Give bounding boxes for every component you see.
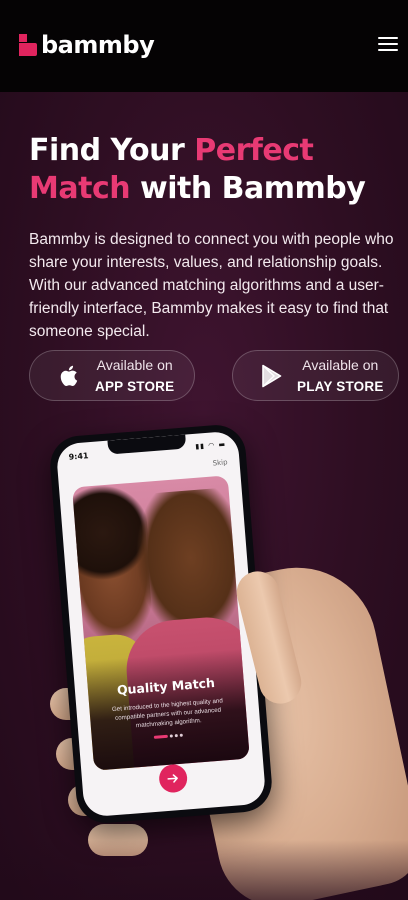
brand-logo[interactable]: bammby (19, 31, 155, 59)
play-store-icon (260, 364, 284, 388)
app-store-label: APP STORE (95, 378, 175, 394)
phone-notch (107, 434, 187, 455)
next-button (158, 763, 189, 794)
phone-frame: 9:41 ▮▮ ◠ ▬ Skip Quality Match Get intro… (48, 422, 274, 826)
apple-icon (58, 364, 82, 388)
headline-part2: with Bammby (130, 171, 366, 206)
bottom-fade (0, 840, 408, 900)
headline-highlight-match: Match (29, 171, 131, 206)
skip-link: Skip (212, 458, 228, 468)
hero-headline: Find Your Perfect Match with Bammby (29, 132, 389, 208)
couple-photo-card: Quality Match Get introduced to the high… (72, 475, 250, 771)
app-store-text: Available on APP STORE (95, 356, 174, 396)
play-store-button[interactable]: Available on PLAY STORE (232, 350, 399, 401)
top-navbar: bammby (0, 0, 408, 92)
arrow-right-icon (167, 774, 178, 783)
headline-highlight-perfect: Perfect (194, 133, 314, 168)
headline-part1: Find Your (29, 133, 195, 168)
signal-wifi-battery-icon: ▮▮ ◠ ▬ (194, 440, 227, 451)
app-store-button[interactable]: Available on APP STORE (29, 350, 195, 401)
play-store-label: PLAY STORE (297, 378, 384, 394)
play-store-available-label: Available on (302, 356, 379, 373)
brand-name: bammby (41, 31, 155, 59)
phone-mockup-image: 9:41 ▮▮ ◠ ▬ Skip Quality Match Get intro… (0, 420, 408, 900)
hero-description: Bammby is designed to connect you with p… (29, 231, 394, 340)
logo-mark-icon (19, 34, 37, 56)
play-store-text: Available on PLAY STORE (297, 356, 384, 396)
phone-screen: 9:41 ▮▮ ◠ ▬ Skip Quality Match Get intro… (55, 430, 267, 818)
app-store-available-label: Available on (96, 356, 173, 373)
hamburger-menu-icon[interactable] (378, 36, 398, 52)
status-time: 9:41 (68, 451, 89, 462)
